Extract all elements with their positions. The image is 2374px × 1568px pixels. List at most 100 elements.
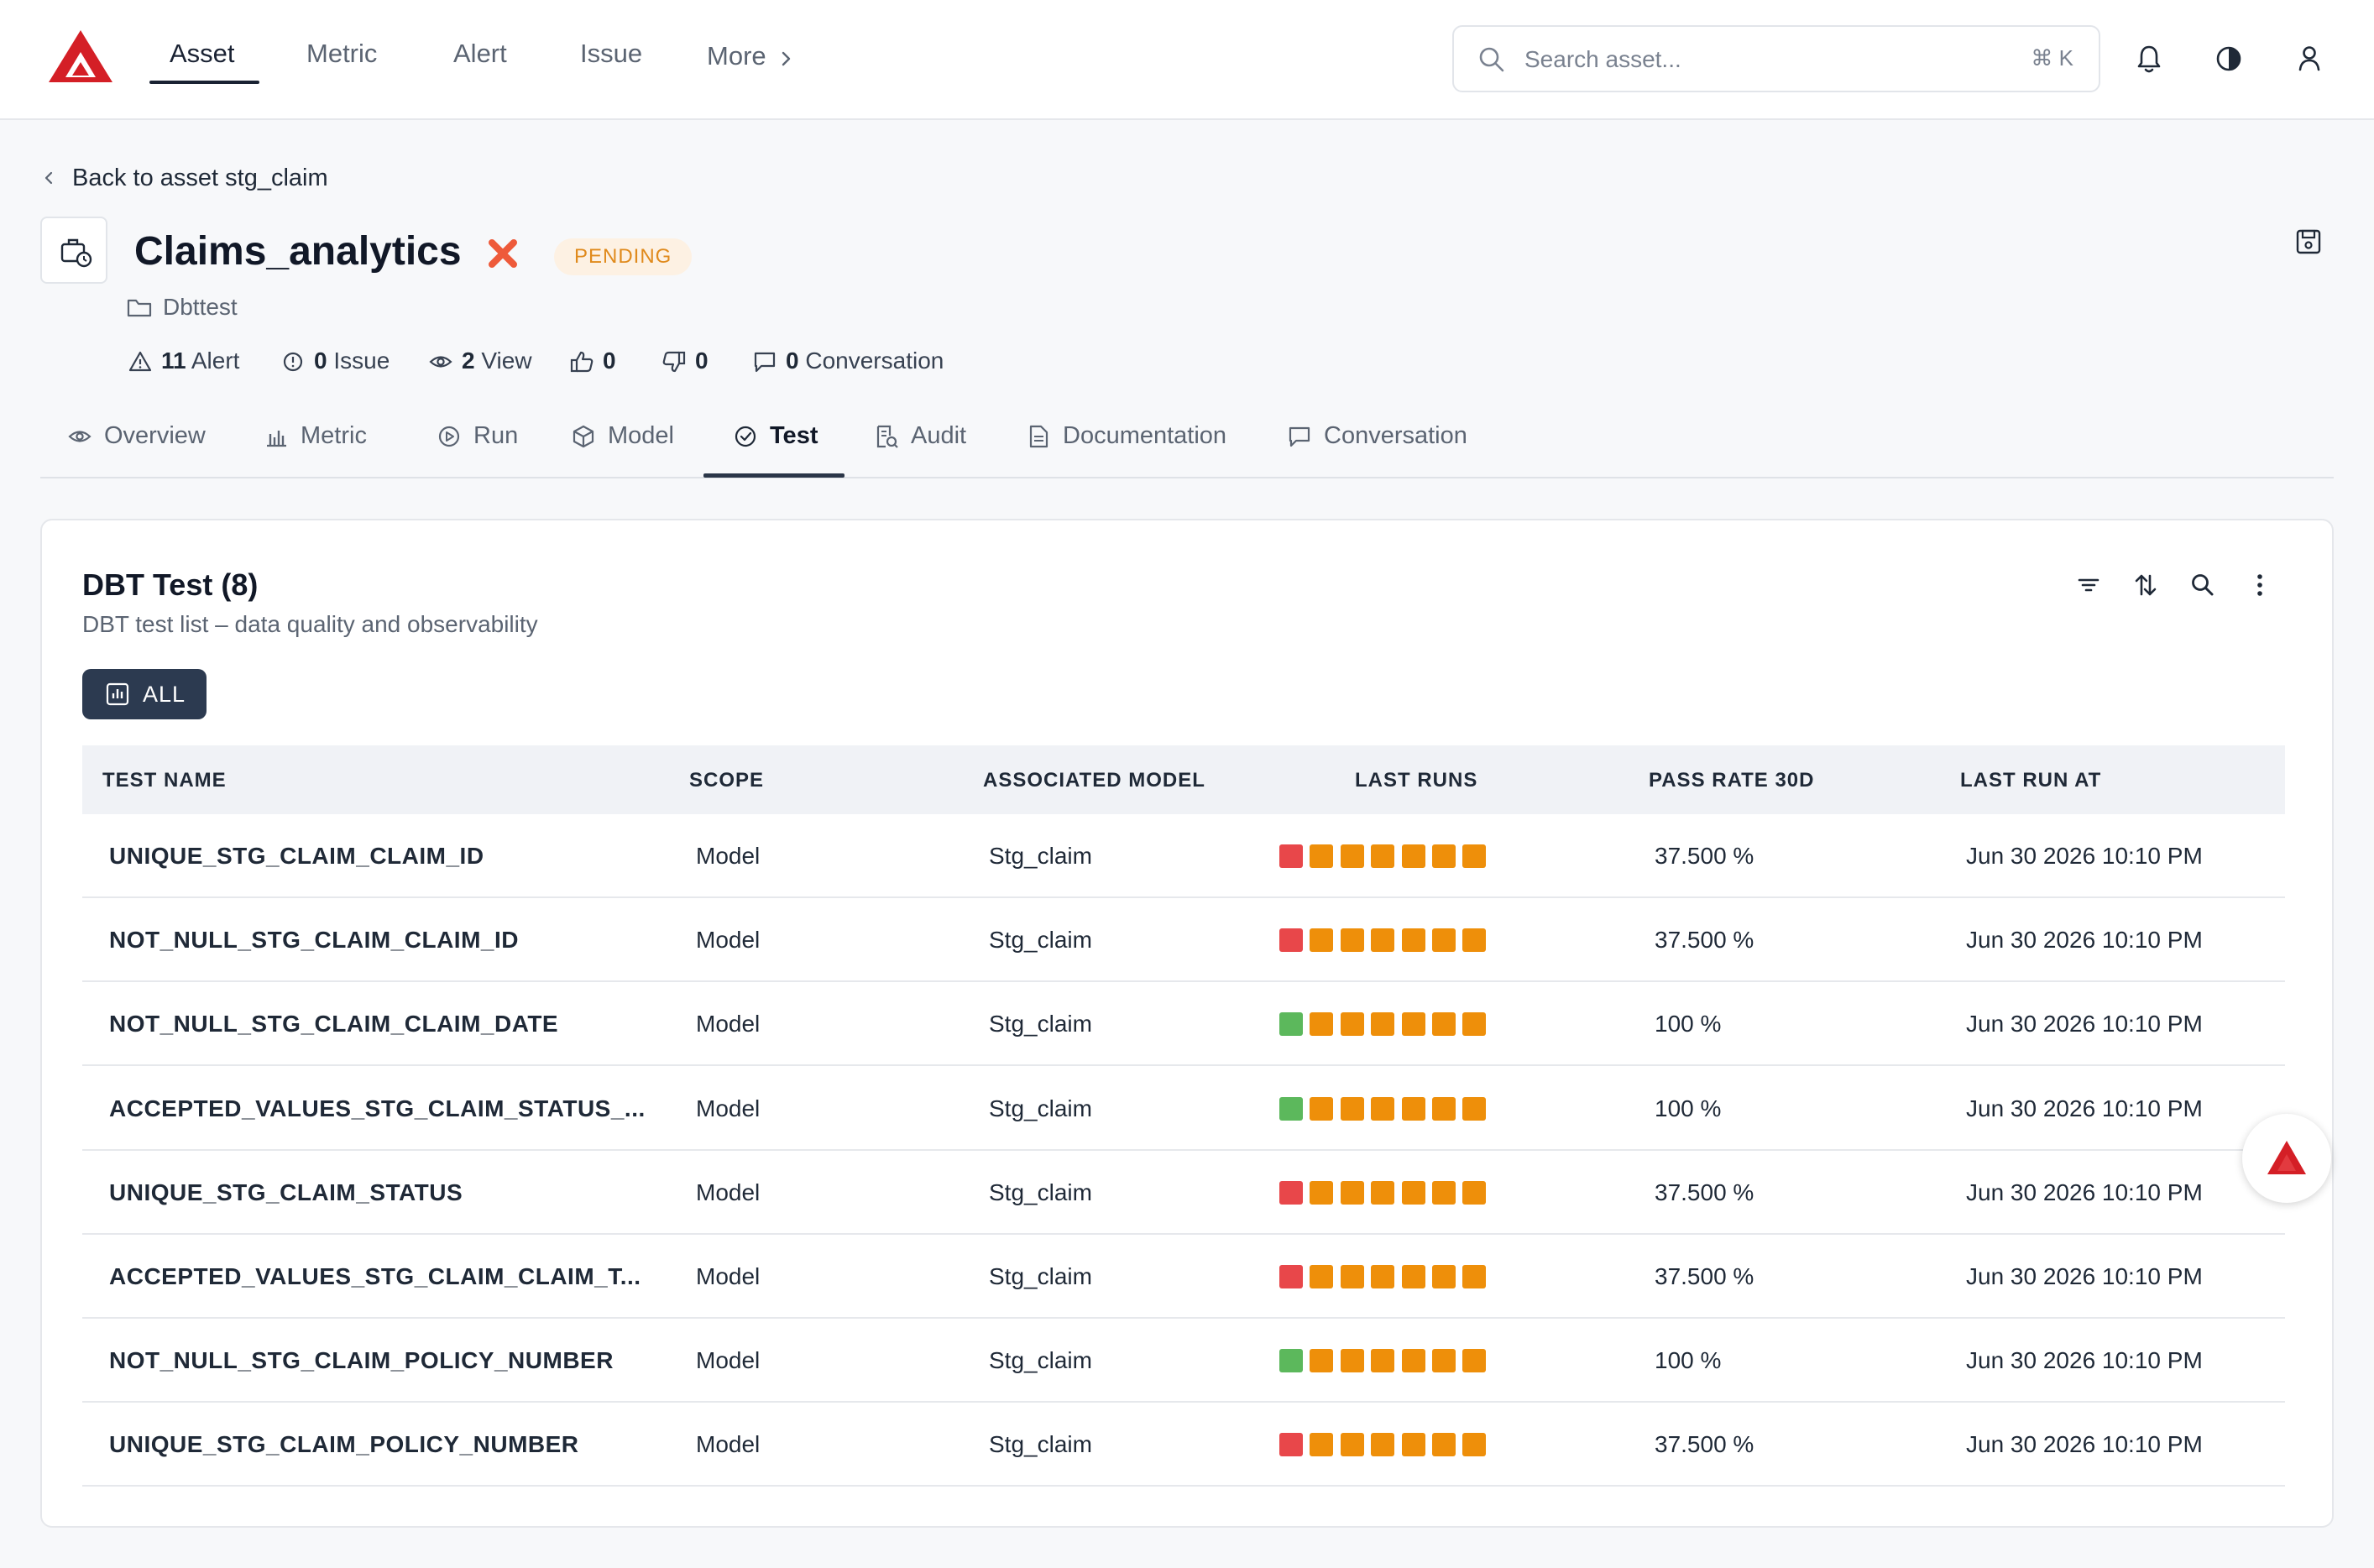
run-status-square-warn[interactable]: [1310, 1096, 1334, 1121]
run-status-square-fail[interactable]: [1279, 844, 1303, 868]
stat-views[interactable]: 2 View: [428, 348, 532, 374]
table-row[interactable]: NOT_NULL_STG_CLAIM_POLICY_NUMBER Model Stg…: [82, 1319, 2285, 1403]
column-header-scope[interactable]: SCOPE: [689, 769, 764, 792]
user-icon[interactable]: [2294, 42, 2324, 76]
run-status-square-warn[interactable]: [1432, 1349, 1456, 1373]
run-status-square-warn[interactable]: [1432, 1012, 1456, 1037]
nav-metric[interactable]: Metric: [306, 39, 377, 69]
column-header-last-run-at[interactable]: LAST RUN AT: [1960, 769, 2101, 792]
run-status-square-warn[interactable]: [1462, 928, 1487, 953]
contrast-icon[interactable]: [2214, 42, 2244, 76]
run-status-square-warn[interactable]: [1340, 1433, 1364, 1457]
table-row[interactable]: NOT_NULL_STG_CLAIM_CLAIM_DATE Model Stg_cl…: [82, 982, 2285, 1067]
run-status-square-warn[interactable]: [1340, 928, 1364, 953]
nav-alert[interactable]: Alert: [453, 39, 507, 69]
filter-icon[interactable]: [2074, 571, 2103, 599]
run-status-square-fail[interactable]: [1279, 1180, 1303, 1205]
run-status-square-warn[interactable]: [1432, 928, 1456, 953]
tab-audit[interactable]: Audit: [874, 422, 966, 450]
nav-asset[interactable]: Asset: [170, 39, 235, 69]
run-status-square-warn[interactable]: [1432, 1433, 1456, 1457]
run-status-square-warn[interactable]: [1401, 1096, 1425, 1121]
run-status-square-warn[interactable]: [1462, 1265, 1487, 1288]
run-status-square-warn[interactable]: [1371, 1096, 1395, 1121]
run-status-square-warn[interactable]: [1371, 1012, 1395, 1037]
run-status-square-warn[interactable]: [1371, 1349, 1395, 1373]
search-icon[interactable]: [2188, 571, 2217, 599]
stat-issues[interactable]: 0 Issue: [280, 348, 390, 374]
run-status-square-warn[interactable]: [1310, 928, 1334, 953]
run-status-square-warn[interactable]: [1462, 1349, 1487, 1373]
table-row[interactable]: ACCEPTED_VALUES_STG_CLAIM_STATUS_... Mode…: [82, 1067, 2285, 1151]
column-header-last-runs[interactable]: LAST RUNS: [1355, 769, 1477, 792]
run-status-square-warn[interactable]: [1401, 928, 1425, 953]
run-status-square-warn[interactable]: [1462, 1433, 1487, 1457]
run-status-square-warn[interactable]: [1401, 1265, 1425, 1288]
tab-run[interactable]: Run: [437, 422, 518, 450]
table-row[interactable]: UNIQUE_STG_CLAIM_POLICY_NUMBER Model Stg_c…: [82, 1403, 2285, 1487]
run-status-square-warn[interactable]: [1462, 1180, 1487, 1205]
column-header-test-name[interactable]: TEST NAME: [102, 769, 227, 792]
run-status-square-warn[interactable]: [1401, 1180, 1425, 1205]
run-status-square-pass[interactable]: [1279, 1012, 1303, 1037]
tab-overview[interactable]: Overview: [67, 422, 206, 450]
run-status-square-warn[interactable]: [1432, 1265, 1456, 1288]
bell-icon[interactable]: [2134, 42, 2164, 76]
run-status-square-warn[interactable]: [1310, 1349, 1334, 1373]
run-status-square-fail[interactable]: [1279, 928, 1303, 953]
column-header-associated-model[interactable]: ASSOCIATED MODEL: [983, 769, 1205, 792]
filter-chip-all[interactable]: ALL: [82, 669, 207, 719]
table-row[interactable]: ACCEPTED_VALUES_STG_CLAIM_CLAIM_T... Mode…: [82, 1235, 2285, 1319]
table-row[interactable]: NOT_NULL_STG_CLAIM_CLAIM_ID Model Stg_clai…: [82, 898, 2285, 983]
run-status-square-warn[interactable]: [1432, 844, 1456, 868]
search-box[interactable]: ⌘ K: [1452, 25, 2100, 92]
run-status-square-warn[interactable]: [1462, 1096, 1487, 1121]
run-status-square-warn[interactable]: [1340, 1180, 1364, 1205]
tab-documentation[interactable]: Documentation: [1026, 422, 1226, 450]
run-status-square-fail[interactable]: [1279, 1265, 1303, 1288]
run-status-square-warn[interactable]: [1371, 844, 1395, 868]
tab-test[interactable]: Test: [733, 422, 818, 450]
table-row[interactable]: UNIQUE_STG_CLAIM_CLAIM_ID Model Stg_claim 3…: [82, 814, 2285, 898]
stat-likes[interactable]: 0: [569, 348, 616, 374]
run-status-square-warn[interactable]: [1340, 1096, 1364, 1121]
run-status-square-warn[interactable]: [1371, 1433, 1395, 1457]
stat-dislikes[interactable]: 0: [661, 348, 709, 374]
sort-icon[interactable]: [2131, 571, 2160, 599]
run-status-square-warn[interactable]: [1310, 1265, 1334, 1288]
run-status-square-warn[interactable]: [1432, 1096, 1456, 1121]
nav-more[interactable]: More: [707, 41, 766, 71]
run-status-square-warn[interactable]: [1371, 928, 1395, 953]
search-input[interactable]: [1524, 42, 1961, 77]
run-status-square-warn[interactable]: [1401, 1349, 1425, 1373]
assistant-button[interactable]: [2242, 1114, 2331, 1203]
table-row[interactable]: UNIQUE_STG_CLAIM_STATUS Model Stg_claim 37.…: [82, 1151, 2285, 1235]
run-status-square-warn[interactable]: [1310, 844, 1334, 868]
folder-path[interactable]: Dbttest: [126, 294, 238, 321]
chevron-right-icon[interactable]: [778, 49, 795, 69]
run-status-square-warn[interactable]: [1462, 1012, 1487, 1037]
run-status-square-warn[interactable]: [1340, 1349, 1364, 1373]
run-status-square-warn[interactable]: [1432, 1180, 1456, 1205]
run-status-square-pass[interactable]: [1279, 1096, 1303, 1121]
tab-conversation[interactable]: Conversation: [1287, 422, 1467, 450]
brand-logo-icon[interactable]: [47, 29, 114, 84]
back-link[interactable]: Back to asset stg_claim: [42, 165, 328, 192]
run-status-square-warn[interactable]: [1371, 1265, 1395, 1288]
tab-metric[interactable]: Metric: [264, 422, 367, 450]
run-status-square-warn[interactable]: [1310, 1180, 1334, 1205]
run-status-square-warn[interactable]: [1310, 1012, 1334, 1037]
run-status-square-fail[interactable]: [1279, 1433, 1303, 1457]
save-icon[interactable]: [2294, 227, 2323, 256]
run-status-square-warn[interactable]: [1340, 1012, 1364, 1037]
run-status-square-warn[interactable]: [1401, 1012, 1425, 1037]
more-vertical-icon[interactable]: [2246, 571, 2274, 599]
tab-model[interactable]: Model: [571, 422, 674, 450]
stat-alerts[interactable]: 11 Alert: [128, 348, 239, 374]
run-status-square-warn[interactable]: [1401, 844, 1425, 868]
run-status-square-warn[interactable]: [1401, 1433, 1425, 1457]
run-status-square-warn[interactable]: [1371, 1180, 1395, 1205]
column-header-pass-rate[interactable]: PASS RATE 30D: [1649, 769, 1815, 792]
stat-conversations[interactable]: 0 Conversation: [752, 348, 944, 374]
run-status-square-warn[interactable]: [1310, 1433, 1334, 1457]
